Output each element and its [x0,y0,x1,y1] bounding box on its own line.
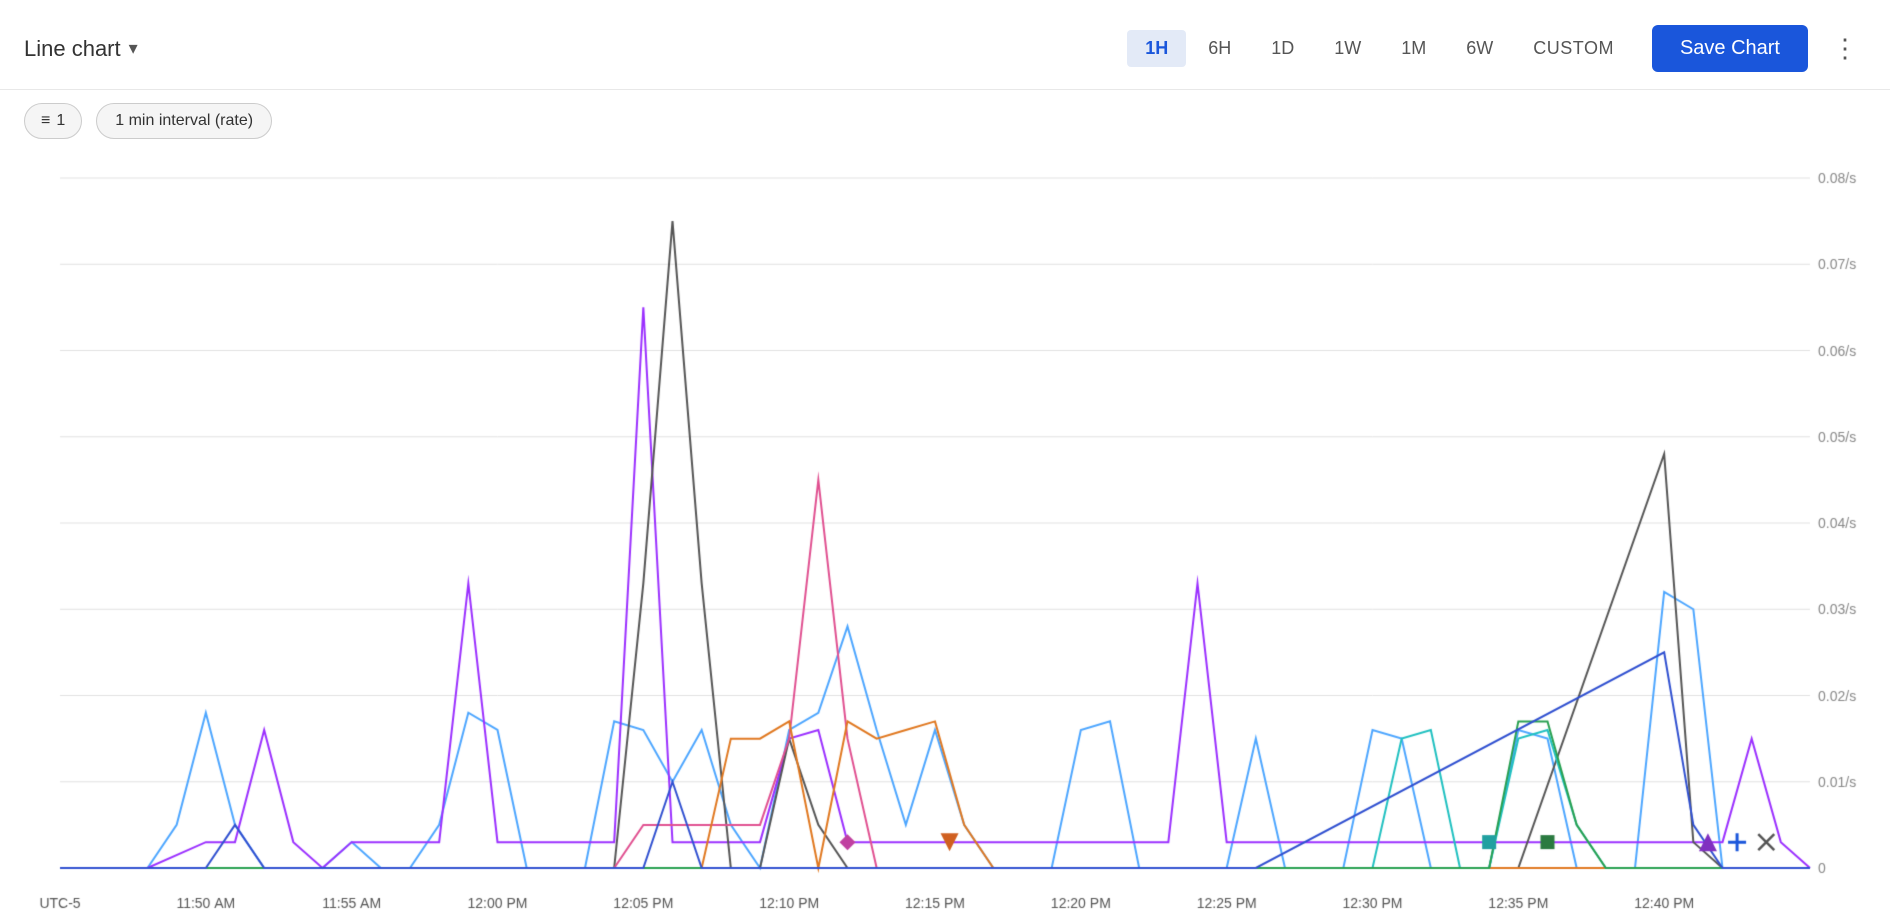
filter-button[interactable]: ≡ 1 [24,103,82,139]
chart-title-text: Line chart [24,36,121,62]
time-btn-1m[interactable]: 1M [1383,30,1444,67]
line-chart-canvas [0,148,1890,918]
time-btn-1w[interactable]: 1W [1316,30,1379,67]
chart-type-dropdown-icon: ▾ [129,38,138,59]
chart-area [0,148,1890,918]
time-btn-1d[interactable]: 1D [1253,30,1312,67]
more-options-button[interactable]: ⋮ [1824,29,1866,68]
time-btn-custom[interactable]: CUSTOM [1515,30,1632,67]
interval-button[interactable]: 1 min interval (rate) [96,103,272,139]
save-chart-button[interactable]: Save Chart [1652,25,1808,72]
time-btn-6w[interactable]: 6W [1448,30,1511,67]
sub-header: ≡ 1 1 min interval (rate) [0,90,1890,148]
filter-icon: ≡ [41,112,50,130]
filter-count: 1 [56,112,65,130]
time-controls: 1H 6H 1D 1W 1M 6W CUSTOM Save Chart ⋮ [1127,25,1866,72]
header: Line chart ▾ 1H 6H 1D 1W 1M 6W CUSTOM Sa… [0,0,1890,90]
time-btn-6h[interactable]: 6H [1190,30,1249,67]
chart-title-button[interactable]: Line chart ▾ [24,36,138,62]
time-btn-1h[interactable]: 1H [1127,30,1186,67]
